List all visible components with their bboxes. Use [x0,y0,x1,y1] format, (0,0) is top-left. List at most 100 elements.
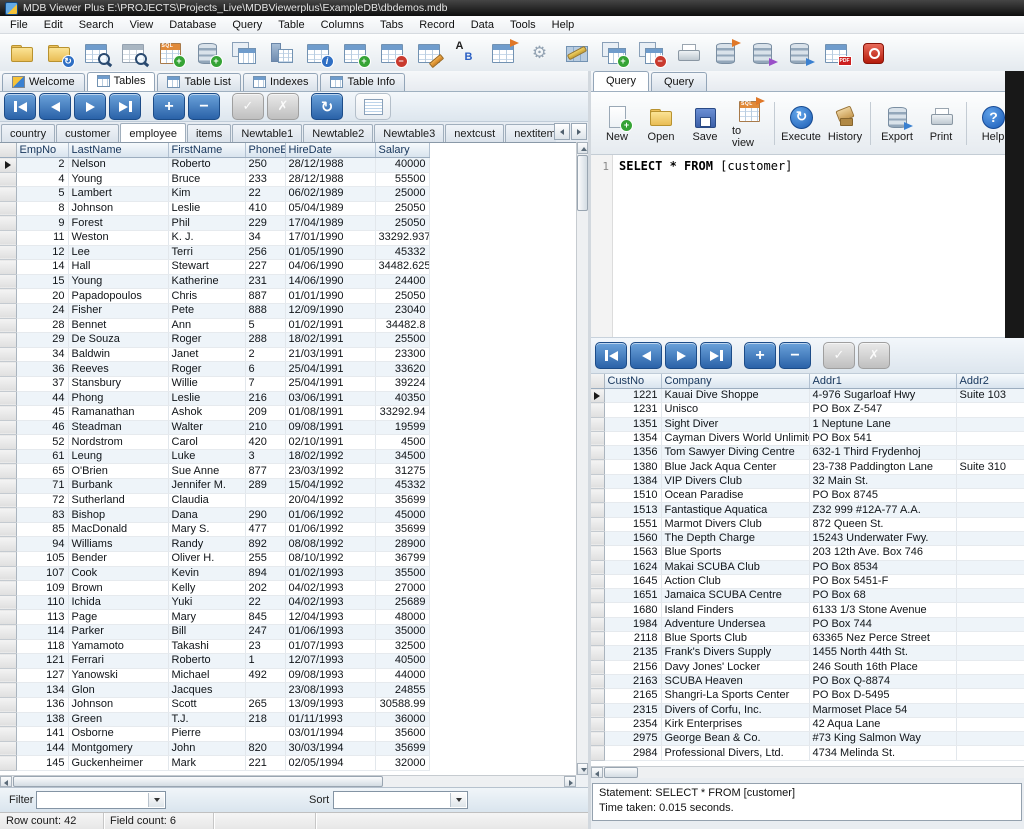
employee-row[interactable]: 136 Johnson Scott 265 13/09/1993 30588.9… [0,697,429,712]
cell-salary[interactable]: 35500 [375,566,429,581]
row-selector[interactable] [591,403,604,417]
cell-lastname[interactable]: Johnson [68,697,168,712]
row-selector[interactable] [0,260,16,275]
employee-row[interactable]: 107 Cook Kevin 894 01/02/1993 35500 [0,566,429,581]
cell-addr1[interactable]: PO Box 68 [809,589,956,603]
customer-row[interactable]: 1356 Tom Sawyer Diving Centre 632-1 Thir… [591,446,1024,460]
table-tab[interactable]: customer [56,124,119,142]
row-selector[interactable] [0,552,16,567]
menu-data[interactable]: Data [463,18,502,32]
cell-company[interactable]: Davy Jones' Locker [661,660,809,674]
row-selector[interactable] [591,632,604,646]
cell-phoneext[interactable]: 6 [245,362,285,377]
cell-custno[interactable]: 2165 [604,689,661,703]
cell-empno[interactable]: 44 [16,391,68,406]
cell-lastname[interactable]: Yanowski [68,668,168,683]
cell-empno[interactable]: 2 [16,158,68,173]
row-selector[interactable] [0,683,16,698]
customer-row[interactable]: 1624 Makai SCUBA Club PO Box 8534 [591,560,1024,574]
cell-company[interactable]: Professional Divers, Ltd. [661,746,809,760]
cell-addr1[interactable]: PO Box Q-8874 [809,674,956,688]
cell-custno[interactable]: 2118 [604,632,661,646]
row-selector[interactable] [0,493,16,508]
row-selector[interactable] [0,625,16,640]
cell-hiredate[interactable]: 02/10/1991 [285,435,375,450]
cell-firstname[interactable]: Ashok [168,406,245,421]
column-header[interactable]: Company [661,374,809,389]
cell-salary[interactable]: 23300 [375,347,429,362]
cell-lastname[interactable]: Phong [68,391,168,406]
row-selector[interactable] [0,274,16,289]
cell-phoneext[interactable] [245,727,285,742]
customer-row[interactable]: 1221 Kauai Dive Shoppe 4-976 Sugarloaf H… [591,389,1024,403]
cell-phoneext[interactable]: 22 [245,595,285,610]
cell-salary[interactable]: 33292.94 [375,406,429,421]
cell-addr1[interactable]: 632-1 Third Frydenhoj [809,446,956,460]
cell-hiredate[interactable]: 01/05/1990 [285,245,375,260]
cell-addr1[interactable]: PO Box 8745 [809,489,956,503]
tab-scroll-left-button[interactable] [554,123,570,140]
cell-company[interactable]: Fantastique Aquatica [661,503,809,517]
cell-addr1[interactable]: 1455 North 44th St. [809,646,956,660]
result-delete-button[interactable] [779,342,811,369]
cell-phoneext[interactable]: 216 [245,391,285,406]
row-selector[interactable] [0,289,16,304]
cell-phoneext[interactable] [245,493,285,508]
scroll-right-button[interactable] [564,776,576,787]
customer-row[interactable]: 2354 Kirk Enterprises 42 Aqua Lane [591,717,1024,731]
cell-lastname[interactable]: Nelson [68,158,168,173]
cell-lastname[interactable]: Osborne [68,727,168,742]
employee-row[interactable]: 36 Reeves Roger 6 25/04/1991 33620 [0,362,429,377]
cell-hiredate[interactable]: 12/07/1993 [285,654,375,669]
cell-company[interactable]: Cayman Divers World Unlimited [661,431,809,445]
cell-addr2[interactable] [956,446,1024,460]
cell-addr2[interactable] [956,546,1024,560]
cell-custno[interactable]: 1645 [604,574,661,588]
menu-record[interactable]: Record [411,18,462,32]
cell-phoneext[interactable]: 290 [245,508,285,523]
cell-company[interactable]: VIP Divers Club [661,474,809,488]
cell-phoneext[interactable]: 250 [245,158,285,173]
row-selector[interactable] [0,362,16,377]
row-selector[interactable] [0,756,16,771]
cell-custno[interactable]: 1513 [604,503,661,517]
employee-row[interactable]: 127 Yanowski Michael 492 09/08/1993 4400… [0,668,429,683]
column-header[interactable]: Addr2 [956,374,1024,389]
memo-view-button[interactable] [355,93,391,120]
customer-row[interactable]: 1645 Action Club PO Box 5451-F [591,574,1024,588]
cell-hiredate[interactable]: 15/04/1992 [285,479,375,494]
row-selector[interactable] [0,420,16,435]
employee-row[interactable]: 20 Papadopoulos Chris 887 01/01/1990 250… [0,289,429,304]
cell-phoneext[interactable]: 247 [245,625,285,640]
cell-lastname[interactable]: Baldwin [68,347,168,362]
customer-row[interactable]: 1510 Ocean Paradise PO Box 8745 [591,489,1024,503]
cell-phoneext[interactable]: 820 [245,741,285,756]
cell-firstname[interactable]: Leslie [168,391,245,406]
cell-salary[interactable]: 19599 [375,420,429,435]
cell-firstname[interactable]: Sue Anne [168,464,245,479]
cell-lastname[interactable]: Ichida [68,595,168,610]
cell-empno[interactable]: 14 [16,260,68,275]
cell-empno[interactable]: 136 [16,697,68,712]
customer-row[interactable]: 1563 Blue Sports 203 12th Ave. Box 746 [591,546,1024,560]
cell-custno[interactable]: 2984 [604,746,661,760]
cell-lastname[interactable]: Bennet [68,318,168,333]
cell-hiredate[interactable]: 18/02/1991 [285,333,375,348]
scroll-down-button[interactable] [577,763,588,775]
compact-database-icon[interactable] [743,36,780,69]
cell-addr2[interactable] [956,603,1024,617]
cell-lastname[interactable]: De Souza [68,333,168,348]
row-selector[interactable] [591,746,604,760]
query-print-button[interactable]: Print [919,102,963,145]
cell-empno[interactable]: 8 [16,201,68,216]
result-next-button[interactable] [665,342,697,369]
cell-hiredate[interactable]: 01/01/1990 [285,289,375,304]
column-header[interactable]: FirstName [168,143,245,158]
query-open-button[interactable]: Open [639,102,683,145]
cell-custno[interactable]: 1510 [604,489,661,503]
row-selector[interactable] [0,668,16,683]
cell-empno[interactable]: 36 [16,362,68,377]
row-selector[interactable] [0,697,16,712]
row-selector[interactable] [591,717,604,731]
cell-firstname[interactable]: Roger [168,362,245,377]
